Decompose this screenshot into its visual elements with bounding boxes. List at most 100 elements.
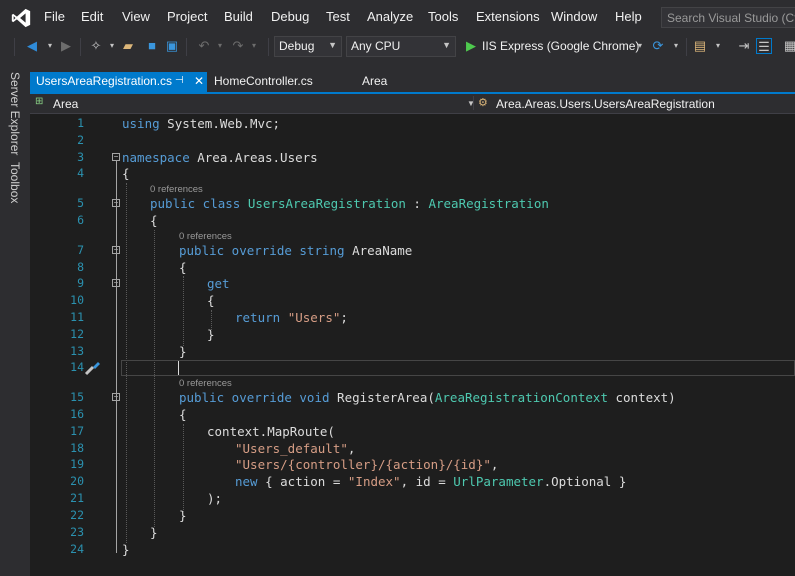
line-number: 11 xyxy=(70,310,84,324)
menu-edit[interactable]: Edit xyxy=(81,9,103,24)
line-number: 10 xyxy=(70,293,84,307)
toolbar-separator xyxy=(686,38,687,56)
navigation-bar: ⊞ Area ▼ ⚙ Area.Areas.Users.UsersAreaReg… xyxy=(30,94,795,114)
line-number: 15 xyxy=(70,390,84,404)
line-number: 24 xyxy=(70,542,84,556)
find-dropdown-icon[interactable]: ▾ xyxy=(710,38,726,54)
server-explorer-tab[interactable]: Server Explorer xyxy=(8,72,22,155)
line-number: 20 xyxy=(70,474,84,488)
menu-view[interactable]: View xyxy=(122,9,150,24)
toolbox-tab[interactable]: Toolbox xyxy=(8,162,22,203)
back-dropdown-icon[interactable]: ▾ xyxy=(42,38,58,54)
tab-area[interactable]: Area xyxy=(356,72,393,92)
refresh-dropdown-icon[interactable]: ▾ xyxy=(668,38,684,54)
menu-extensions[interactable]: Extensions xyxy=(476,9,540,24)
save-all-icon[interactable]: ▣ xyxy=(164,38,180,54)
save-icon[interactable]: ■ xyxy=(144,38,160,54)
forward-icon[interactable]: ▶ xyxy=(58,38,74,54)
menu-test[interactable]: Test xyxy=(326,9,350,24)
line-number: 16 xyxy=(70,407,84,421)
find-in-files-icon[interactable]: ▤ xyxy=(692,38,708,54)
code-line-20: new { action = "Index", id = UrlParamete… xyxy=(235,474,626,489)
code-line-4: { xyxy=(122,166,130,181)
undo-dropdown-icon[interactable]: ▾ xyxy=(212,38,228,54)
tab-home-controller[interactable]: HomeController.cs xyxy=(208,72,319,92)
code-line-15: public override void RegisterArea(AreaRe… xyxy=(179,390,676,405)
back-icon[interactable]: ◀ xyxy=(24,38,40,54)
code-line-19: "Users/{controller}/{action}/{id}", xyxy=(235,457,498,472)
parameter-name: context) xyxy=(607,390,676,405)
menu-debug[interactable]: Debug xyxy=(271,9,309,24)
member-select-value: Area.Areas.Users.UsersAreaRegistration xyxy=(496,97,715,111)
run-target-label[interactable]: IIS Express (Google Chrome) xyxy=(482,39,639,53)
redo-icon[interactable]: ↷ xyxy=(230,38,246,54)
chevron-down-icon: ▼ xyxy=(328,40,337,50)
code-line-5: public class UsersAreaRegistration : Are… xyxy=(150,196,549,211)
keyword: namespace xyxy=(122,150,190,165)
pin-icon[interactable]: ⊣ xyxy=(175,75,184,86)
open-file-icon[interactable]: ▰ xyxy=(120,38,136,54)
keyword: public class xyxy=(150,196,241,211)
side-tool-strip: Server Explorer Toolbox xyxy=(0,60,30,576)
codelens-references[interactable]: 0 references xyxy=(179,231,232,242)
string-literal: "Users" xyxy=(287,310,341,325)
chevron-down-icon: ▼ xyxy=(442,40,451,50)
codelens-references[interactable]: 0 references xyxy=(150,184,203,195)
redo-dropdown-icon[interactable]: ▾ xyxy=(246,38,262,54)
class-icon: ⚙ xyxy=(478,97,488,109)
punctuation: ; xyxy=(340,310,348,325)
menu-project[interactable]: Project xyxy=(167,9,207,24)
collapse-namespace-toggle[interactable]: − xyxy=(112,153,120,161)
solution-configuration-select[interactable]: Debug ▼ xyxy=(274,36,342,57)
codelens-references[interactable]: 0 references xyxy=(179,378,232,389)
line-number: 7 xyxy=(77,243,84,257)
property-name: AreaName xyxy=(344,243,413,258)
new-project-icon[interactable]: ✧ xyxy=(88,38,104,54)
menu-window[interactable]: Window xyxy=(551,9,597,24)
visual-studio-logo-icon[interactable] xyxy=(10,7,32,29)
base-class-name: AreaRegistration xyxy=(428,196,549,211)
member-select[interactable]: ⚙ Area.Areas.Users.UsersAreaRegistration xyxy=(478,95,795,113)
code-editor[interactable] xyxy=(30,114,795,576)
close-icon[interactable]: ✕ xyxy=(194,74,204,88)
line-number: 4 xyxy=(77,166,84,180)
new-project-dropdown-icon[interactable]: ▾ xyxy=(104,38,120,54)
toggle-comment-icon[interactable]: ☰ xyxy=(756,38,772,54)
string-literal: "Users_default" xyxy=(235,441,348,456)
tab-label: Area xyxy=(362,74,388,88)
line-number: 9 xyxy=(77,276,84,290)
menu-build[interactable]: Build xyxy=(224,9,253,24)
line-number: 17 xyxy=(70,424,84,438)
keyword: public override string xyxy=(179,243,345,258)
toolbar-grip xyxy=(14,38,15,56)
code-line-10: { xyxy=(207,293,215,308)
search-input[interactable]: Search Visual Studio (Ctrl xyxy=(661,7,795,28)
start-debugging-icon[interactable]: ▶ xyxy=(463,38,479,54)
solution-platform-select[interactable]: Any CPU ▼ xyxy=(346,36,456,57)
undo-icon[interactable]: ↶ xyxy=(196,38,212,54)
code-line-12: } xyxy=(207,327,215,342)
menu-tools[interactable]: Tools xyxy=(428,9,458,24)
step-into-icon[interactable]: ⇥ xyxy=(736,38,752,54)
menu-file[interactable]: File xyxy=(44,9,65,24)
outline-line xyxy=(116,161,117,553)
refresh-icon[interactable]: ⟳ xyxy=(650,38,666,54)
more-tools-icon[interactable]: ▦ xyxy=(782,38,795,54)
object-initializer: , id = xyxy=(400,474,454,489)
code-line-8: { xyxy=(179,260,187,275)
punctuation: : xyxy=(405,196,429,211)
toolbar-separator xyxy=(268,38,269,56)
tab-label: HomeController.cs xyxy=(214,74,313,88)
line-number: 1 xyxy=(77,116,84,130)
menu-help[interactable]: Help xyxy=(615,9,642,24)
code-line-24: } xyxy=(122,542,130,557)
run-target-dropdown-icon[interactable]: ▾ xyxy=(632,38,648,54)
line-number: 12 xyxy=(70,327,84,341)
menu-analyze[interactable]: Analyze xyxy=(367,9,413,24)
project-select[interactable]: ⊞ Area ▼ xyxy=(35,95,475,113)
keyword: using xyxy=(122,116,160,131)
tab-label: UsersAreaRegistration.cs xyxy=(36,74,173,88)
line-number: 21 xyxy=(70,491,84,505)
tab-users-area-registration[interactable]: UsersAreaRegistration.cs ⊣ ✕ xyxy=(30,72,207,92)
quick-actions-screwdriver-icon[interactable] xyxy=(84,360,102,376)
